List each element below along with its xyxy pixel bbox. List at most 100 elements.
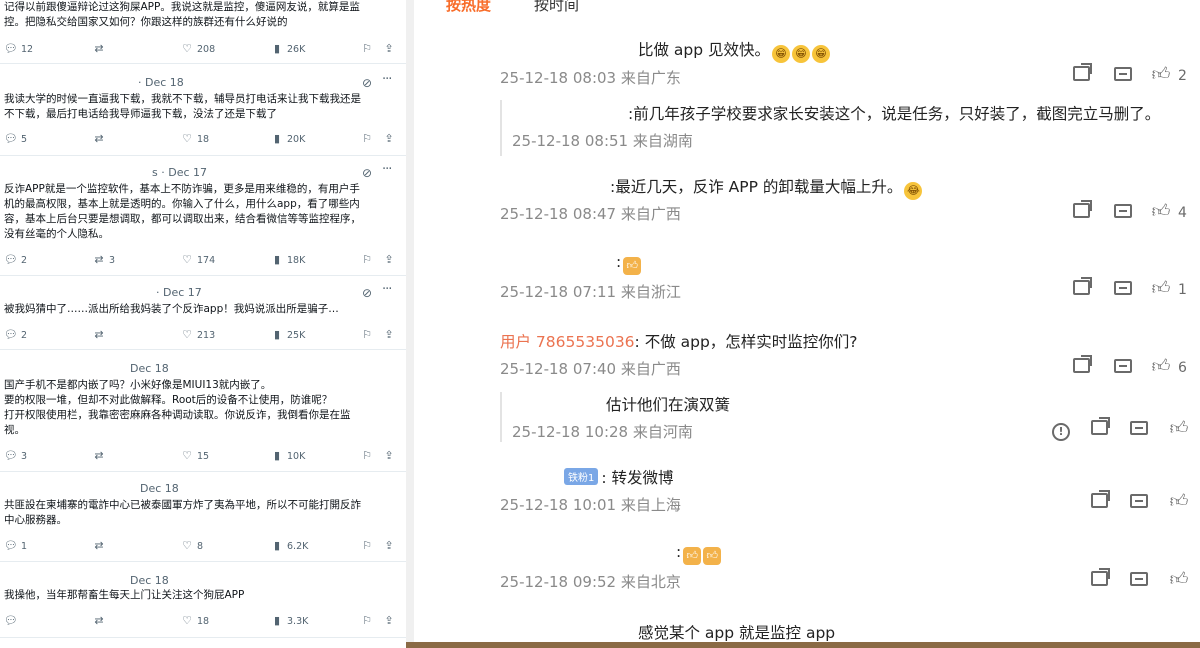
retweet-button[interactable]: ⇄ bbox=[92, 41, 109, 57]
heart-icon: ♡ bbox=[182, 42, 192, 55]
bookmark-button[interactable]: ⚐ bbox=[360, 252, 374, 268]
share-button[interactable]: ⇪ bbox=[382, 327, 396, 343]
share-icon: ⇪ bbox=[384, 614, 394, 627]
comment-icon[interactable] bbox=[1128, 492, 1150, 514]
like-button[interactable]: ♡ 213 bbox=[180, 327, 215, 343]
tweet[interactable]: Dec 18 国产手机不是都内嵌了吗？小米好像是MIUI13就内嵌了。 要的权限… bbox=[0, 354, 406, 472]
tweet[interactable]: Dec 18 共匪設在柬埔寨的電詐中心已被泰國軍方炸了夷為平地，所以不可能打開反… bbox=[0, 474, 406, 562]
tweet[interactable]: · Dec 18 ⊘ ··· 我读大学的时候一直逼我下载，我就不下载，辅导员打电… bbox=[0, 68, 406, 156]
more-icon[interactable]: ··· bbox=[382, 73, 396, 87]
views-button[interactable]: ▮ 10K bbox=[270, 448, 305, 464]
share-icon[interactable] bbox=[1070, 200, 1092, 224]
views-button[interactable]: ▮ 20K bbox=[270, 131, 305, 147]
retweet-button[interactable]: ⇄ 3 bbox=[92, 252, 115, 268]
share-button[interactable]: ⇪ bbox=[382, 448, 396, 464]
like-button[interactable]: ♡ 18 bbox=[180, 613, 209, 629]
like-icon[interactable]: 👍︎ bbox=[1150, 278, 1172, 300]
bookmark-button[interactable]: ⚐ bbox=[360, 538, 374, 554]
share-icon[interactable] bbox=[1070, 63, 1092, 87]
comment-meta: 25-12-18 07:11 来自浙江 bbox=[500, 283, 681, 301]
retweet-button[interactable]: ⇄ bbox=[92, 131, 109, 147]
views-button[interactable]: ▮ 26K bbox=[270, 41, 305, 57]
comment-icon[interactable] bbox=[1112, 279, 1134, 301]
bookmark-icon: ⚐ bbox=[362, 449, 372, 462]
share-icon[interactable] bbox=[1088, 417, 1110, 441]
tweet-actions: 💬︎ ⇄ ♡ 18 ▮ 3.3K ⚐ ⇪ bbox=[0, 613, 406, 629]
tweet[interactable]: · Dec 17 ⊘ ··· 被我妈猜中了……派出所给我妈装了个反诈app！我妈… bbox=[0, 278, 406, 350]
views-button[interactable]: ▮ 25K bbox=[270, 327, 305, 343]
bookmark-button[interactable]: ⚐ bbox=[360, 41, 374, 57]
retweet-icon: ⇄ bbox=[94, 253, 104, 266]
like-button[interactable]: ♡ 208 bbox=[180, 41, 215, 57]
bookmark-button[interactable]: ⚐ bbox=[360, 327, 374, 343]
tweet-actions: 💬︎ 2 ⇄ 3 ♡ 174 ▮ 18K ⚐ ⇪ bbox=[0, 252, 406, 268]
share-icon[interactable] bbox=[1070, 277, 1092, 301]
bookmark-icon: ⚐ bbox=[362, 42, 372, 55]
reply-button[interactable]: 💬︎ 1 bbox=[4, 538, 27, 554]
heart-icon: ♡ bbox=[182, 253, 192, 266]
reply-button[interactable]: 💬︎ bbox=[4, 613, 21, 629]
panel-divider bbox=[406, 0, 414, 648]
comment-username[interactable]: 用户 7865535036 bbox=[500, 333, 635, 351]
comment-icon[interactable] bbox=[1128, 570, 1150, 592]
sort-by-time-tab[interactable]: 按时间 bbox=[534, 0, 579, 15]
retweet-button[interactable]: ⇄ bbox=[92, 448, 109, 464]
comment-icon[interactable] bbox=[1112, 65, 1134, 87]
share-icon: ⇪ bbox=[384, 132, 394, 145]
reply-button[interactable]: 💬︎ 2 bbox=[4, 327, 27, 343]
share-button[interactable]: ⇪ bbox=[382, 252, 396, 268]
tweet[interactable]: Dec 18 我操他，当年那帮畜生每天上门让关注这个狗屁APP 💬︎ ⇄ ♡ 18… bbox=[0, 566, 406, 638]
share-button[interactable]: ⇪ bbox=[382, 41, 396, 57]
retweet-button[interactable]: ⇄ bbox=[92, 327, 109, 343]
more-icon[interactable]: ··· bbox=[382, 283, 396, 297]
share-icon[interactable] bbox=[1070, 355, 1092, 379]
tweet-date: · Dec 17 bbox=[156, 286, 202, 299]
share-icon[interactable] bbox=[1088, 568, 1110, 592]
reply-thread-line bbox=[500, 392, 502, 442]
like-icon[interactable]: 👍︎ bbox=[1168, 569, 1190, 591]
views-button[interactable]: ▮ 6.2K bbox=[270, 538, 308, 554]
retweet-button[interactable]: ⇄ bbox=[92, 538, 109, 554]
comment-icon[interactable] bbox=[1128, 419, 1150, 441]
like-icon[interactable]: 👍︎ bbox=[1168, 491, 1190, 513]
share-button[interactable]: ⇪ bbox=[382, 613, 396, 629]
like-button[interactable]: ♡ 174 bbox=[180, 252, 215, 268]
tweet[interactable]: 记得以前跟傻逼辩论过这狗屎APP。我说这就是监控，傻逼网友说，就算是监 控。把隐… bbox=[0, 0, 406, 64]
like-icon[interactable]: 👍︎ bbox=[1168, 418, 1190, 440]
bookmark-button[interactable]: ⚐ bbox=[360, 448, 374, 464]
reply-button[interactable]: 💬︎ 3 bbox=[4, 448, 27, 464]
retweet-icon: ⇄ bbox=[94, 42, 104, 55]
tweet[interactable]: s · Dec 17 ⊘ ··· 反诈APP就是一个监控软件，基本上不防诈骗，更… bbox=[0, 158, 406, 276]
report-icon[interactable]: ! bbox=[1050, 419, 1072, 441]
reply-button[interactable]: 💬︎ 5 bbox=[4, 131, 27, 147]
share-icon[interactable] bbox=[1088, 490, 1110, 514]
comment-icon[interactable] bbox=[1112, 202, 1134, 224]
like-button[interactable]: ♡ 8 bbox=[180, 538, 203, 554]
tweet-actions: 💬︎ 1 ⇄ ♡ 8 ▮ 6.2K ⚐ ⇪ bbox=[0, 538, 406, 554]
like-button[interactable]: ♡ 15 bbox=[180, 448, 209, 464]
share-button[interactable]: ⇪ bbox=[382, 131, 396, 147]
views-button[interactable]: ▮ 18K bbox=[270, 252, 305, 268]
fan-badge: 铁粉1 bbox=[564, 468, 599, 485]
retweet-button[interactable]: ⇄ bbox=[92, 613, 109, 629]
more-icon[interactable]: ··· bbox=[382, 163, 396, 177]
grok-icon[interactable]: ⊘ bbox=[362, 76, 376, 90]
bookmark-icon: ⚐ bbox=[362, 614, 372, 627]
grok-icon[interactable]: ⊘ bbox=[362, 286, 376, 300]
reply-button[interactable]: 💬︎ 12 bbox=[4, 41, 33, 57]
share-button[interactable]: ⇪ bbox=[382, 538, 396, 554]
views-button[interactable]: ▮ 3.3K bbox=[270, 613, 308, 629]
like-icon[interactable]: 👍︎ bbox=[1150, 201, 1172, 223]
like-button[interactable]: ♡ 18 bbox=[180, 131, 209, 147]
reply-button[interactable]: 💬︎ 2 bbox=[4, 252, 27, 268]
bookmark-button[interactable]: ⚐ bbox=[360, 131, 374, 147]
like-icon[interactable]: 👍︎ bbox=[1150, 64, 1172, 86]
like-count: 6 bbox=[1178, 360, 1187, 376]
tweet-actions: 💬︎ 2 ⇄ ♡ 213 ▮ 25K ⚐ ⇪ bbox=[0, 327, 406, 343]
retweet-icon: ⇄ bbox=[94, 132, 104, 145]
bookmark-button[interactable]: ⚐ bbox=[360, 613, 374, 629]
grok-icon[interactable]: ⊘ bbox=[362, 166, 376, 180]
sort-by-hot-tab[interactable]: 按热度 bbox=[446, 0, 491, 15]
comment-icon[interactable] bbox=[1112, 357, 1134, 379]
like-icon[interactable]: 👍︎ bbox=[1150, 356, 1172, 378]
